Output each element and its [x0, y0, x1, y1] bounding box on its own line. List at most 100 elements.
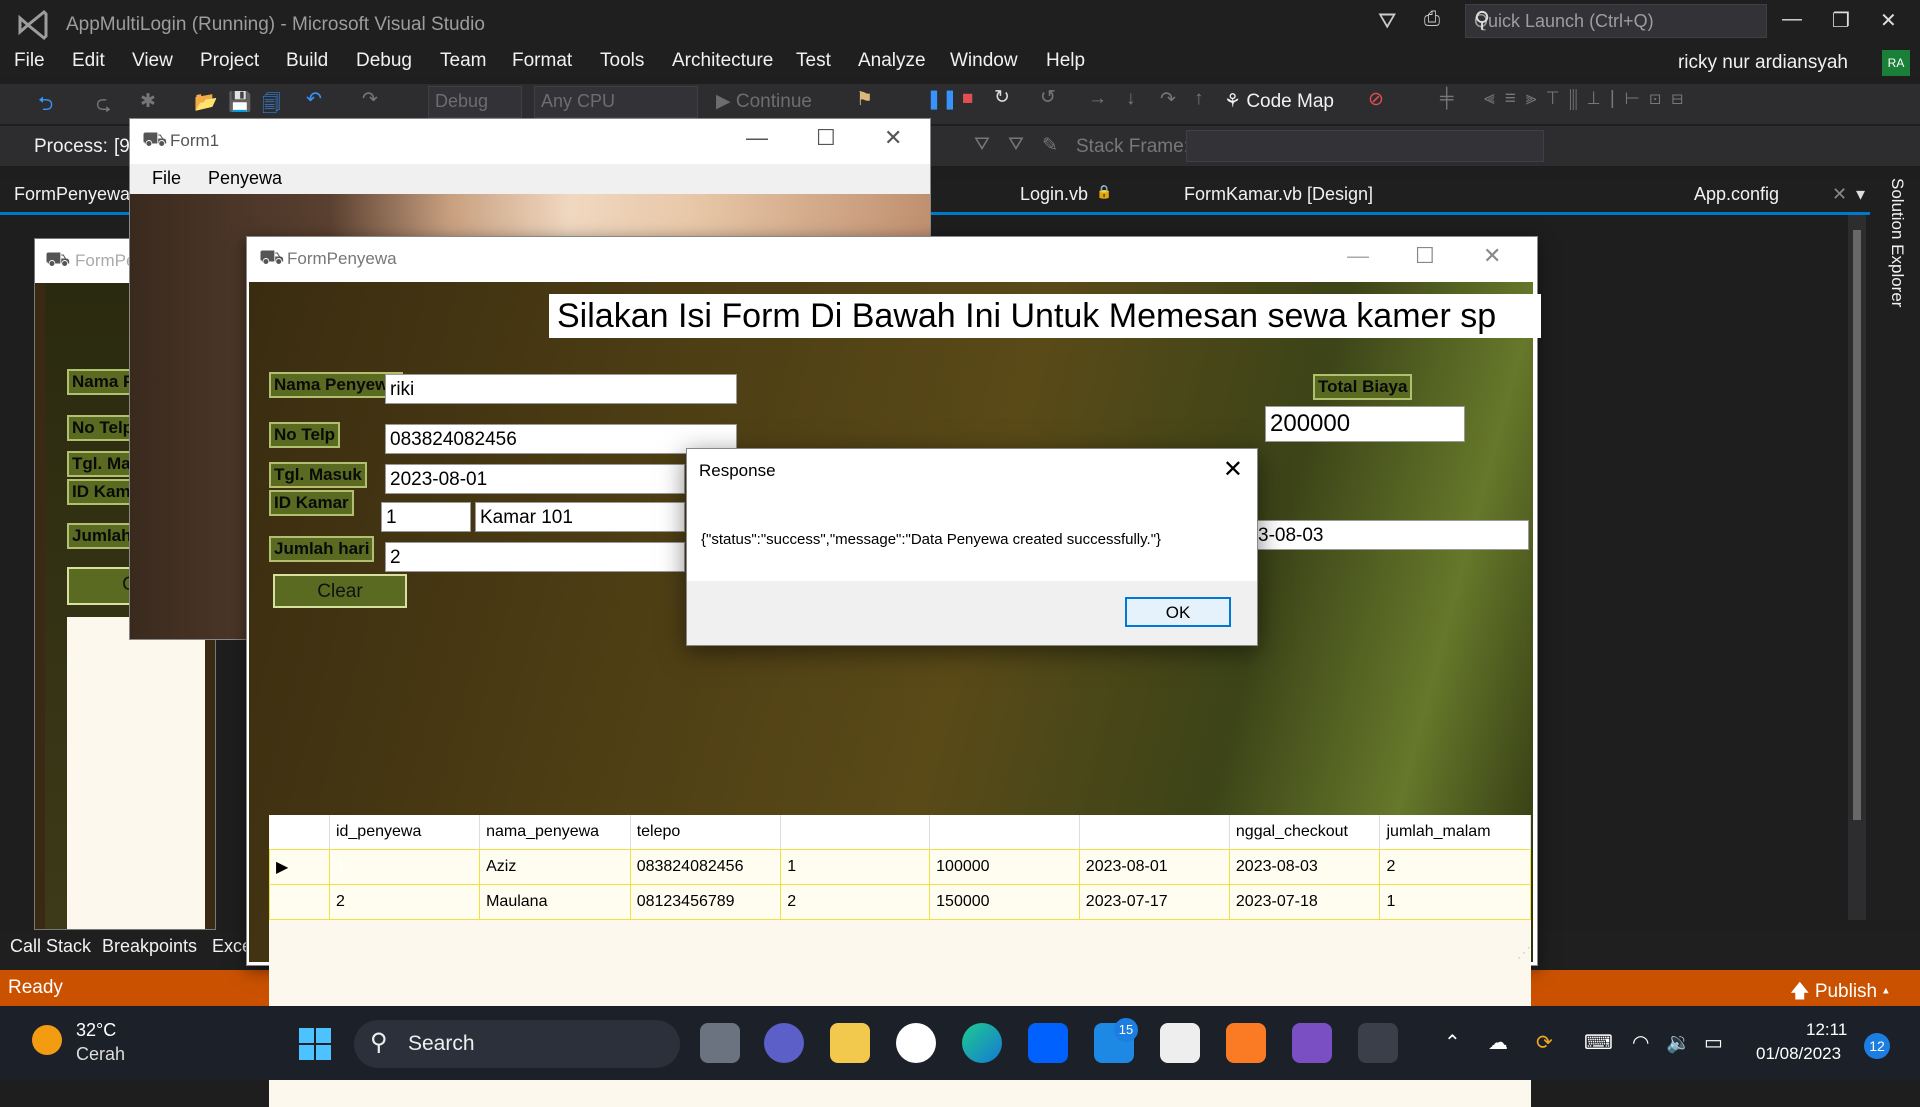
attach-icon[interactable]: ⚑ [856, 88, 873, 111]
continue-button[interactable]: ▶ Continue [716, 90, 812, 113]
table-cell[interactable]: Aziz [479, 849, 631, 885]
stop-icon[interactable]: ■ [962, 88, 973, 110]
tab-formkamar-design[interactable]: FormKamar.vb [Design] [1184, 184, 1373, 205]
tgl-checkout-picker[interactable]: 3-08-03 [1253, 520, 1529, 550]
visual-studio-icon[interactable] [1292, 1023, 1332, 1063]
save-icon[interactable]: 💾 [228, 90, 252, 114]
restore-button[interactable]: ❐ [1832, 8, 1850, 33]
nama-penyewa-input[interactable]: riki [385, 374, 737, 404]
table-row[interactable]: ▶ 1 Aziz 083824082456 1 100000 2023-08-0… [269, 849, 1531, 885]
tab-breakpoints[interactable]: Breakpoints [102, 936, 197, 957]
table-cell[interactable]: 100000 [929, 849, 1080, 885]
table-cell[interactable]: 2023-08-01 [1078, 849, 1230, 885]
task-view-icon[interactable] [700, 1023, 740, 1063]
chevron-down-icon[interactable]: ▾ [1856, 184, 1865, 205]
scrollbar-thumb[interactable] [1853, 230, 1861, 820]
amazon-icon[interactable] [1160, 1023, 1200, 1063]
solution-config-select[interactable]: Debug [428, 86, 522, 118]
new-project-icon[interactable]: ✱ [140, 90, 156, 113]
process-value[interactable]: [9 [114, 136, 130, 158]
step-over-icon[interactable]: ↷ [1160, 88, 1176, 111]
windows-start-icon[interactable] [298, 1027, 332, 1061]
maximize-button[interactable]: ☐ [1415, 243, 1435, 269]
menu-project[interactable]: Project [200, 50, 259, 72]
xampp-icon[interactable] [1226, 1023, 1266, 1063]
show-next-statement-icon[interactable]: → [1088, 88, 1107, 110]
table-cell[interactable]: 083824082456 [629, 849, 782, 885]
menu-tools[interactable]: Tools [600, 50, 644, 72]
menu-test[interactable]: Test [796, 50, 831, 72]
whatsapp-icon[interactable] [896, 1023, 936, 1063]
table-cell[interactable]: 1 [328, 849, 481, 885]
chevron-up-icon[interactable]: ⌃ [1444, 1030, 1461, 1055]
id-kamar-input[interactable]: 1 [381, 502, 471, 532]
breakpoint-toggle-icon[interactable]: ⊘ [1368, 88, 1384, 111]
menu-build[interactable]: Build [286, 50, 328, 72]
menu-analyze[interactable]: Analyze [858, 50, 926, 72]
filter-thread-icon[interactable]: ⛛ [1008, 134, 1024, 156]
clock-time[interactable]: 12:11 [1806, 1020, 1847, 1040]
live-share-icon[interactable]: ⎙ [1424, 8, 1440, 31]
notification-badge[interactable]: 12 [1864, 1033, 1890, 1059]
close-button[interactable]: ✕ [1880, 8, 1897, 33]
solution-explorer-tab[interactable]: Solution Explorer [1887, 178, 1907, 307]
clear-button[interactable]: Clear [273, 574, 407, 608]
row-header[interactable] [269, 884, 330, 920]
flag-thread-icon[interactable]: ✎ [1042, 134, 1058, 157]
table-cell[interactable]: Maulana [479, 884, 631, 920]
menu-penyewa[interactable]: Penyewa [208, 168, 282, 189]
column-header[interactable]: id_penyewa [329, 815, 481, 850]
open-folder-icon[interactable]: 📂 [194, 90, 218, 114]
undo-icon[interactable]: ↶ [306, 88, 322, 111]
table-cell[interactable]: 1 [780, 849, 931, 885]
column-header[interactable] [1079, 815, 1230, 850]
column-header[interactable] [780, 815, 931, 850]
filter-icon[interactable]: ⛛ [1378, 8, 1396, 34]
minimize-button[interactable]: — [746, 125, 768, 151]
sun-icon[interactable] [32, 1025, 62, 1055]
minimize-button[interactable]: — [1782, 8, 1802, 31]
table-cell[interactable]: 2 [780, 884, 931, 920]
keyboard-icon[interactable]: ⌨ [1584, 1030, 1613, 1055]
taskbar-search[interactable]: ⚲ Search [354, 1020, 680, 1068]
no-telp-input[interactable]: 083824082456 [385, 424, 737, 454]
weather-temperature[interactable]: 32°C [76, 1020, 116, 1041]
menu-format[interactable]: Format [512, 50, 572, 72]
minimize-button[interactable]: — [1347, 243, 1369, 269]
menu-file[interactable]: File [152, 168, 181, 189]
tgl-masuk-picker[interactable]: 2023-08-01 [385, 464, 685, 494]
wifi-icon[interactable]: ◠ [1632, 1030, 1649, 1055]
close-tab-icon[interactable]: ✕ [1832, 184, 1847, 205]
clock-date[interactable]: 01/08/2023 [1756, 1044, 1841, 1064]
table-cell[interactable]: 1 [1379, 884, 1531, 920]
account-name[interactable]: ricky nur ardiansyah [1678, 52, 1848, 74]
menu-window[interactable]: Window [950, 50, 1018, 72]
quick-launch-input[interactable]: Quick Launch (Ctrl+Q) ⚲ [1465, 4, 1767, 38]
menu-edit[interactable]: Edit [72, 50, 105, 72]
total-biaya-output[interactable]: 200000 [1265, 406, 1465, 442]
column-header[interactable]: jumlah_malam [1379, 815, 1531, 850]
close-button[interactable]: ✕ [884, 125, 902, 151]
stack-frame-select[interactable] [1186, 130, 1544, 162]
close-icon[interactable]: ✕ [1223, 455, 1243, 484]
sync-icon[interactable]: ⟳ [1536, 1030, 1553, 1055]
tab-login-vb[interactable]: Login.vb [1020, 184, 1088, 205]
menu-view[interactable]: View [132, 50, 173, 72]
menu-team[interactable]: Team [440, 50, 486, 72]
table-cell[interactable]: 2 [1379, 849, 1531, 885]
hot-reload-icon[interactable]: ↺ [1040, 86, 1056, 109]
onedrive-icon[interactable]: ☁ [1488, 1030, 1508, 1055]
table-cell[interactable]: 2 [328, 884, 481, 920]
edge-icon[interactable] [962, 1023, 1002, 1063]
step-into-icon[interactable]: ↓ [1126, 88, 1136, 110]
code-map-button[interactable]: ⚘ Code Map [1224, 90, 1334, 113]
column-header[interactable]: nggal_checkout [1229, 815, 1381, 850]
menu-file[interactable]: File [14, 50, 45, 72]
resize-grip-icon[interactable]: ⋰ [1517, 944, 1531, 961]
table-cell[interactable]: 2023-08-03 [1228, 849, 1381, 885]
table-cell[interactable]: 08123456789 [629, 884, 782, 920]
tab-formpenyewa[interactable]: FormPenyewa. [14, 184, 135, 205]
dropbox-icon[interactable] [1028, 1023, 1068, 1063]
current-row-indicator-icon[interactable]: ▶ [269, 849, 330, 885]
tab-app-config[interactable]: App.config [1694, 184, 1779, 205]
